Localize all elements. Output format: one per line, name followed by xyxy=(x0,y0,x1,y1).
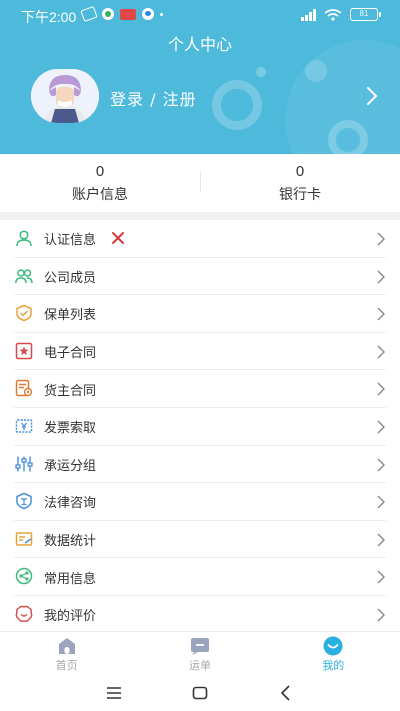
home-icon xyxy=(58,638,75,654)
close-icon xyxy=(112,232,124,244)
contract-stamp-icon xyxy=(15,342,33,360)
menu-item-label: 我的评价 xyxy=(44,609,97,625)
menu-item-label: 电子合同 xyxy=(44,346,97,362)
notification-icons xyxy=(80,5,163,23)
menu-icon[interactable] xyxy=(104,683,124,703)
status-bar: 下午2:00 81 xyxy=(0,0,400,30)
chevron-right-icon xyxy=(377,608,385,622)
avatar-image xyxy=(31,69,99,123)
chevron-right-icon xyxy=(377,533,385,547)
profile-icon xyxy=(323,636,343,656)
wifi-icon xyxy=(324,8,342,21)
stat-value: 0 xyxy=(295,163,305,180)
chevron-right-icon[interactable] xyxy=(362,84,382,108)
menu-item-shipper-contract[interactable]: 货主合同 xyxy=(0,370,400,408)
chevron-right-icon xyxy=(377,345,385,359)
menu-item-label: 发票索取 xyxy=(44,421,97,437)
section-gap xyxy=(0,212,400,220)
chevron-right-icon xyxy=(377,570,385,584)
tab-label: 首页 xyxy=(55,659,78,672)
menu-item-label: 公司成员 xyxy=(44,270,97,286)
menu-item-common-info[interactable]: 常用信息 xyxy=(0,558,400,596)
tab-profile[interactable]: 我的 xyxy=(267,632,400,675)
message-icon xyxy=(142,8,154,20)
sliders-icon xyxy=(15,456,33,472)
vibrate-icon xyxy=(80,5,98,23)
menu-item-legal-consultation[interactable]: 法律咨询 xyxy=(0,483,400,521)
chevron-right-icon xyxy=(377,270,385,284)
shield-check-icon xyxy=(16,304,32,322)
menu-item-certification[interactable]: 认证信息 xyxy=(0,220,400,258)
menu-item-label: 保单列表 xyxy=(44,308,97,324)
menu-item-carrier-groups[interactable]: 承运分组 xyxy=(0,446,400,484)
stat-label: 银行卡 xyxy=(279,187,321,203)
more-dot-icon xyxy=(160,12,163,16)
system-icons: 81 xyxy=(301,8,381,21)
app-notification-icon xyxy=(120,8,136,20)
signal-icon xyxy=(301,8,316,21)
menu-item-company-members[interactable]: 公司成员 xyxy=(0,258,400,296)
chevron-right-icon xyxy=(377,307,385,321)
menu-item-label: 货主合同 xyxy=(44,383,97,399)
decorative-dot xyxy=(305,60,327,82)
chevron-right-icon xyxy=(377,420,385,434)
menu-item-policy-list[interactable]: 保单列表 xyxy=(0,295,400,333)
tab-label: 运单 xyxy=(188,659,211,672)
account-info-stat[interactable]: 0 账户信息 xyxy=(0,154,200,212)
chevron-right-icon xyxy=(377,458,385,472)
stat-label: 账户信息 xyxy=(72,187,128,203)
back-icon[interactable] xyxy=(276,683,296,703)
user-icon xyxy=(16,230,32,247)
invoice-icon xyxy=(15,419,33,433)
settings-menu: 认证信息 公司成员 保单列表 电子合同 货主合同 发票索取 承运分组 法律咨询 … xyxy=(0,220,400,634)
decorative-ring xyxy=(328,120,368,154)
review-icon xyxy=(15,605,33,622)
document-eye-icon xyxy=(15,380,33,397)
profile-header: 下午2:00 81 个人中心 登录 / 注册 xyxy=(0,0,400,154)
home-button-icon[interactable] xyxy=(190,683,210,703)
waybill-icon xyxy=(190,638,209,655)
menu-item-label: 承运分组 xyxy=(44,458,97,474)
avatar[interactable] xyxy=(31,69,99,123)
tab-waybill[interactable]: 运单 xyxy=(133,632,266,675)
bottom-tab-bar: 首页 运单 我的 xyxy=(0,631,400,675)
menu-item-e-contract[interactable]: 电子合同 xyxy=(0,333,400,371)
bank-card-stat[interactable]: 0 银行卡 xyxy=(200,154,400,212)
users-icon xyxy=(15,268,33,283)
chevron-right-icon xyxy=(377,382,385,396)
menu-item-my-reviews[interactable]: 我的评价 xyxy=(0,596,400,634)
menu-item-invoice-request[interactable]: 发票索取 xyxy=(0,408,400,446)
tab-home[interactable]: 首页 xyxy=(0,632,133,675)
share-icon xyxy=(15,568,33,585)
system-navigation-bar xyxy=(0,675,400,711)
page-title: 个人中心 xyxy=(167,35,232,54)
law-shield-icon xyxy=(16,492,32,510)
decorative-dot xyxy=(256,67,266,77)
status-time: 下午2:00 xyxy=(21,9,77,25)
tab-label: 我的 xyxy=(322,659,345,672)
stat-value: 0 xyxy=(95,163,105,180)
chart-card-icon xyxy=(15,532,33,546)
menu-item-label: 常用信息 xyxy=(44,571,97,587)
menu-item-data-statistics[interactable]: 数据统计 xyxy=(0,521,400,559)
menu-item-label: 法律咨询 xyxy=(44,496,97,512)
menu-item-label: 认证信息 xyxy=(44,233,97,249)
decorative-ring xyxy=(212,80,262,130)
menu-item-label: 数据统计 xyxy=(44,534,97,550)
login-register-link[interactable]: 登录 / 注册 xyxy=(110,86,197,110)
chevron-right-icon xyxy=(377,495,385,509)
chevron-right-icon xyxy=(377,232,385,246)
divider xyxy=(200,172,201,192)
app-notification-icon xyxy=(102,8,114,20)
battery-icon: 81 xyxy=(350,8,381,21)
